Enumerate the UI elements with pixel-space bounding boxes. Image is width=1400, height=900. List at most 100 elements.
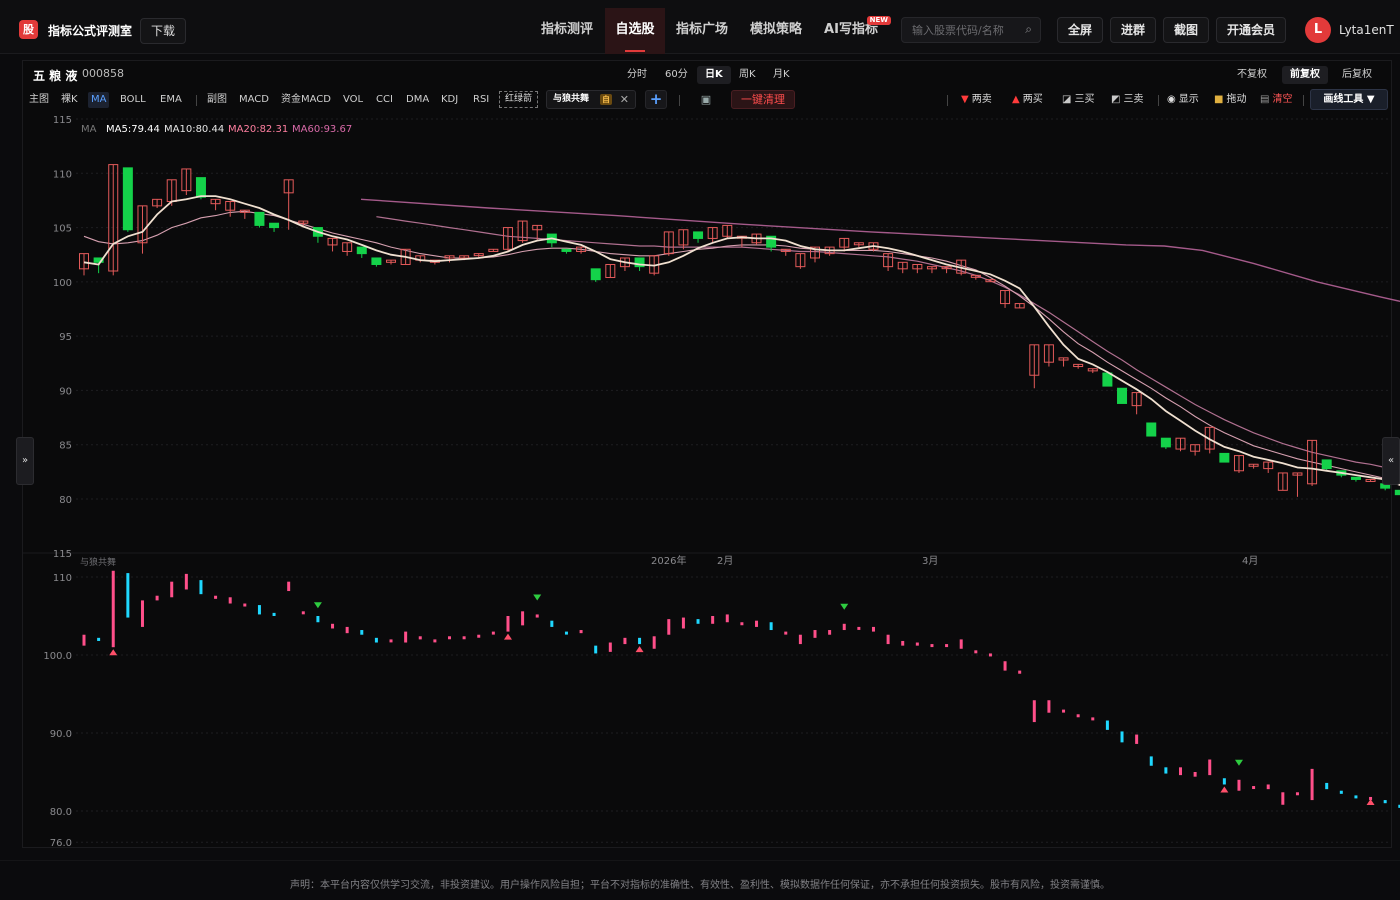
ma-legend-value: MA5:79.44 — [106, 124, 160, 135]
buy-signal-marker — [635, 646, 644, 653]
signal-bar — [199, 580, 203, 595]
kline-chart[interactable]: 115 110 105 100 95 90 85 80 MA MA5:79.44 MA10:80.4… — [0, 0, 1400, 860]
candle-body — [371, 257, 382, 265]
ma-legend-value: MA10:80.44 — [164, 124, 224, 135]
signal-bar — [301, 611, 305, 615]
signal-bar — [871, 626, 875, 632]
x-axis-label: 4月 — [1242, 555, 1258, 567]
signal-bar — [214, 595, 218, 599]
sell-signal-marker — [840, 603, 849, 610]
signal-bar — [974, 650, 978, 654]
signal-bar — [915, 642, 919, 646]
signal-bar — [448, 636, 451, 640]
signal-bar — [155, 595, 159, 601]
ma-legend-value: MA60:93.67 — [292, 124, 352, 135]
y-tick-label: 115 — [53, 549, 72, 560]
signal-bar — [813, 630, 817, 638]
y-tick-label: 80.0 — [50, 807, 72, 818]
signal-bar — [1281, 792, 1285, 805]
signal-bar — [579, 630, 583, 634]
candle-body — [269, 222, 280, 229]
signal-bar — [652, 636, 656, 649]
y-tick-label: 80 — [59, 495, 72, 506]
candle-body — [693, 231, 704, 239]
ma60-line — [360, 198, 1400, 303]
signal-bar — [842, 623, 846, 631]
signal-bar — [418, 636, 422, 640]
candle-body — [1394, 489, 1400, 496]
signal-bar — [1047, 700, 1051, 713]
candle-body — [356, 246, 367, 255]
signal-bar — [1208, 759, 1212, 776]
signal-bar — [667, 619, 671, 635]
collapse-right-panel-icon[interactable]: « — [1382, 437, 1400, 485]
signal-bar — [1062, 709, 1066, 713]
signal-bar — [82, 634, 86, 646]
signal-bar — [1091, 717, 1095, 721]
buy-signal-marker — [1220, 786, 1229, 793]
signal-bar — [1018, 670, 1022, 674]
signal-bar — [988, 653, 992, 657]
signal-bar — [97, 637, 101, 641]
signal-bar — [550, 620, 554, 627]
signal-bar — [755, 620, 759, 627]
signal-bar — [477, 634, 481, 638]
signal-bar — [257, 605, 261, 615]
signal-bar — [1295, 792, 1299, 796]
buy-signal-marker — [1366, 798, 1375, 805]
signal-bar — [1076, 714, 1080, 718]
signal-bar — [1179, 767, 1182, 776]
signal-bar — [506, 616, 510, 632]
signal-bar — [564, 631, 568, 635]
signal-bar — [901, 640, 905, 646]
signal-bar — [930, 644, 934, 648]
signal-bar — [111, 570, 115, 648]
signal-bar — [725, 614, 729, 623]
buy-signal-marker — [503, 633, 512, 640]
signal-bar — [740, 622, 744, 626]
signal-bar — [404, 631, 408, 643]
signal-bar — [1105, 720, 1109, 730]
y-tick-label: 100.0 — [43, 651, 72, 662]
candle-body — [1146, 422, 1157, 437]
expand-left-panel-icon[interactable]: » — [16, 437, 34, 485]
signal-bar — [623, 637, 627, 645]
candle-body — [195, 177, 206, 198]
y-tick-label: 85 — [59, 441, 72, 452]
x-axis-label: 3月 — [922, 555, 938, 567]
disclaimer: 声明：本平台内容仅供学习交流，非投资建议。用户操作风险自担；平台不对指标的准确性… — [290, 880, 1110, 891]
signal-bar — [521, 611, 525, 626]
sell-signal-marker — [533, 594, 542, 601]
sell-signal-marker — [1234, 759, 1243, 766]
signal-bar — [228, 597, 232, 604]
signal-bar — [1325, 782, 1329, 790]
sell-signal-marker — [313, 602, 322, 609]
y-tick-label: 110 — [53, 169, 72, 180]
signal-bar — [140, 600, 144, 627]
signal-bar — [126, 573, 130, 618]
signal-bar — [360, 630, 364, 635]
signal-bar — [594, 645, 598, 654]
candle-body — [1350, 476, 1361, 480]
signal-bar — [345, 626, 349, 634]
signal-bar — [828, 630, 832, 635]
signal-bar — [1003, 661, 1007, 671]
candle-body — [1117, 387, 1128, 404]
signal-bar — [1222, 778, 1226, 785]
signal-bar — [1032, 700, 1036, 723]
y-tick-label: 90.0 — [50, 729, 72, 740]
signal-bar — [1310, 768, 1314, 801]
signal-bar — [170, 581, 174, 598]
y-tick-label: 110 — [53, 573, 72, 584]
signal-bar — [184, 573, 188, 590]
signal-bar — [272, 612, 276, 616]
signal-bar — [681, 617, 685, 629]
signal-bar — [1354, 795, 1358, 799]
signal-bar — [1149, 756, 1153, 766]
candle-body — [254, 211, 265, 226]
candle-body — [561, 248, 572, 252]
x-axis-label: 2月 — [717, 555, 733, 567]
signal-bar — [374, 637, 378, 643]
candle-body — [590, 268, 601, 281]
candle-body — [1219, 452, 1230, 463]
